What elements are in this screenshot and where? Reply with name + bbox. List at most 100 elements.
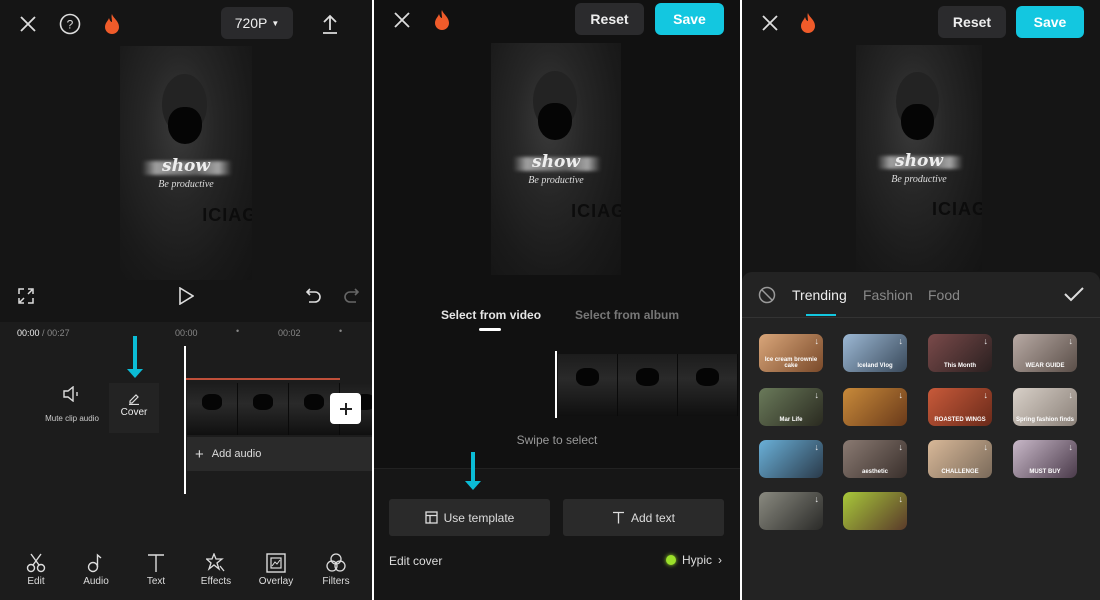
download-icon: ↓ [898,390,904,400]
download-icon: ↓ [814,336,820,346]
fire-icon[interactable] [101,11,123,37]
text-icon [612,511,624,524]
mute-clip-audio-button[interactable]: Mute clip audio [40,386,104,423]
template-caption: MUST BUY [1029,469,1061,475]
chevron-right-icon: › [718,553,722,567]
template-thumbnail[interactable]: ↓ [843,388,907,426]
playhead[interactable] [184,346,186,494]
tab-select-from-video[interactable]: Select from video [441,308,541,322]
tool-label: Edit [27,576,45,587]
download-icon: ↓ [814,494,820,504]
template-thumbnail[interactable]: ↓ [759,492,823,530]
preview-title-text: show [895,151,943,172]
tool-overlay[interactable]: Overlay [248,553,304,587]
mute-clip-audio-label: Mute clip audio [45,414,99,423]
cover-label: Cover [120,407,148,418]
template-icon [424,511,438,524]
tab-active-indicator [479,328,501,331]
use-template-label: Use template [443,510,515,525]
undo-icon[interactable] [304,286,324,306]
tab-food[interactable]: Food [928,287,960,303]
template-thumbnail[interactable]: ↓ [759,440,823,478]
template-sheet: Trending Fashion Food ↓ Ice cream brownie… [742,272,1100,600]
video-preview[interactable]: show Be productive ICIAG [120,46,252,280]
use-template-button[interactable]: Use template [389,499,550,536]
template-thumbnail[interactable]: ↓ This Month [928,334,992,372]
tool-effects[interactable]: Effects [188,553,244,587]
template-thumbnail[interactable]: ↓ Spring fashion finds [1013,388,1077,426]
preview-title-text: show [162,155,210,176]
resolution-value: 720P [234,15,268,31]
template-thumbnail[interactable]: ↓ [843,492,907,530]
fire-icon[interactable] [797,10,819,36]
tab-trending[interactable]: Trending [792,287,847,303]
fire-icon[interactable] [431,7,453,33]
cover-button[interactable]: Cover [109,383,159,433]
download-icon: ↓ [983,336,989,346]
caret-down-icon: ▼ [271,18,280,28]
template-thumbnail[interactable]: ↓ aesthetic [843,440,907,478]
play-icon[interactable] [176,286,196,306]
add-audio-button[interactable]: + Add audio [187,437,372,471]
reset-button[interactable]: Reset [575,3,644,35]
help-icon[interactable]: ? [58,12,82,36]
tool-edit[interactable]: Edit [8,553,64,587]
frame-thumbnail [558,354,618,416]
template-thumbnail[interactable]: ↓ ROASTED WINGS [928,388,992,426]
template-thumbnail[interactable]: ↓ MUST BUY [1013,440,1077,478]
close-icon[interactable] [16,12,40,36]
add-audio-label: Add audio [211,448,262,460]
effects-star-icon [206,553,225,572]
download-icon: ↓ [898,336,904,346]
template-panel: Reset Save show Be productive ICIAG Tren… [742,0,1100,600]
timeline-tick: 00:02 [278,328,301,338]
close-icon[interactable] [758,11,782,35]
template-thumbnail[interactable]: ↓ Mar Life [759,388,823,426]
save-button[interactable]: Save [655,3,724,35]
template-caption: ROASTED WINGS [934,417,986,423]
frame-selector-line[interactable] [555,351,557,418]
resolution-dropdown[interactable]: 720P ▼ [221,7,293,39]
hypic-link[interactable]: Hypic › [665,553,722,567]
time-separator: / [42,328,45,338]
add-clip-button[interactable] [330,393,361,424]
redo-icon[interactable] [341,286,361,306]
cover-preview: show Be productive ICIAG [856,45,982,271]
confirm-check-icon[interactable] [1064,285,1084,303]
tab-select-from-album[interactable]: Select from album [575,308,679,322]
save-button[interactable]: Save [1016,6,1084,38]
export-icon[interactable] [318,11,342,37]
tool-filters[interactable]: Filters [308,553,364,587]
current-time: 00:00 [17,328,40,338]
no-template-icon[interactable] [758,286,776,304]
text-icon [148,554,164,572]
template-thumbnail[interactable]: ↓ WEAR GUIDE [1013,334,1077,372]
tab-fashion[interactable]: Fashion [863,287,913,303]
template-caption: Spring fashion finds [1016,417,1074,423]
preview-subtitle: Be productive [528,175,584,187]
preview-subtitle: Be productive [158,179,214,191]
template-caption: Iceland Vlog [857,363,893,369]
music-note-icon [87,553,102,573]
download-icon: ↓ [1068,390,1074,400]
clip-progress-line [186,378,340,380]
template-thumbnail[interactable]: ↓ Iceland Vlog [843,334,907,372]
filters-icon [326,553,346,572]
timeline-dot: • [339,326,343,336]
download-icon: ↓ [1068,442,1074,452]
reset-button[interactable]: Reset [938,6,1006,38]
plus-icon: + [195,445,204,463]
tool-audio[interactable]: Audio [68,553,124,587]
tool-text[interactable]: Text [128,553,184,587]
template-caption: Ice cream brownie cake [764,357,818,369]
hypic-label: Hypic [681,553,712,567]
add-text-button[interactable]: Add text [563,499,724,536]
fullscreen-icon[interactable] [16,286,36,306]
time-readout: 00:00 / 00:27 [17,328,70,338]
preview-shirt-text: ICIAG [202,205,252,226]
close-icon[interactable] [390,8,414,32]
template-thumbnail[interactable]: ↓ CHALLENGE [928,440,992,478]
template-thumbnail[interactable]: ↓ Ice cream brownie cake [759,334,823,372]
frame-strip[interactable] [558,354,740,416]
cover-preview: show Be productive ICIAG [491,43,621,275]
